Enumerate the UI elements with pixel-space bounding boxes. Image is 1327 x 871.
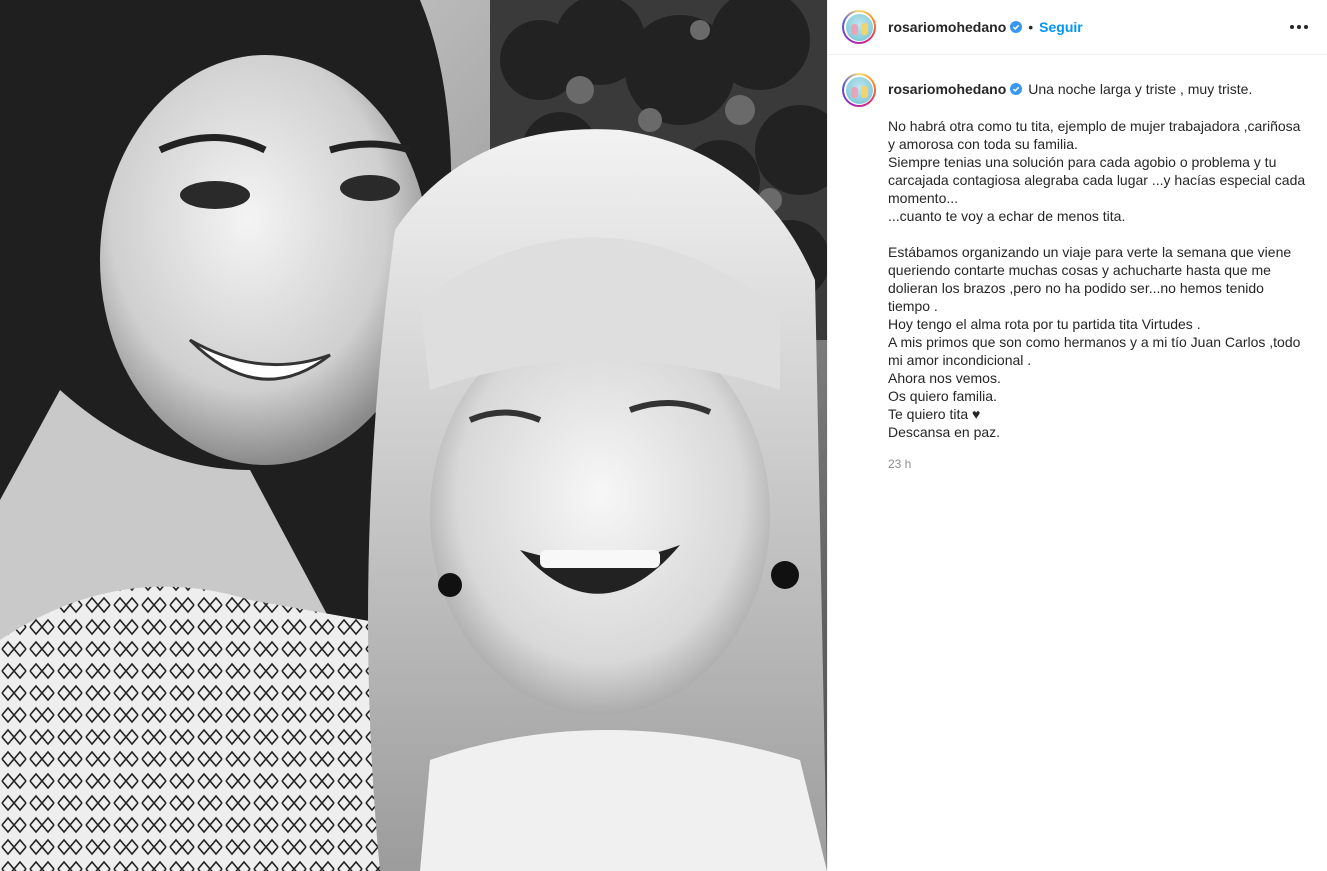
photo-image bbox=[0, 0, 827, 871]
verified-badge-icon bbox=[1010, 21, 1023, 33]
verified-badge-icon bbox=[1010, 83, 1023, 95]
more-horizontal-icon bbox=[1290, 25, 1308, 29]
post-side-panel: rosariomohedano • Seguir rosariomohedano… bbox=[827, 0, 1327, 871]
caption-avatar[interactable] bbox=[842, 73, 876, 107]
caption-line: Siempre tenias una solución para cada ag… bbox=[888, 154, 1277, 170]
caption-line: A mis primos que son como hermanos y a m… bbox=[888, 334, 1301, 350]
caption-line bbox=[888, 225, 1308, 243]
caption-line: momento... bbox=[888, 190, 959, 206]
post-dialog: rosariomohedano • Seguir rosariomohedano… bbox=[0, 0, 1327, 871]
caption-section: rosariomohedano Una noche larga y triste… bbox=[828, 55, 1327, 471]
post-photo[interactable] bbox=[0, 0, 827, 871]
follow-button[interactable]: Seguir bbox=[1039, 19, 1083, 35]
caption-text: No habrá otra como tu tita, ejemplo de m… bbox=[888, 117, 1308, 441]
caption-first-line: Una noche larga y triste , muy triste. bbox=[1028, 81, 1253, 97]
caption-line: Ahora nos vemos. bbox=[888, 370, 1001, 386]
separator-dot: • bbox=[1028, 19, 1034, 35]
caption-body: rosariomohedano Una noche larga y triste… bbox=[888, 73, 1308, 471]
caption-line: Te quiero tita ♥ bbox=[888, 406, 981, 422]
more-options-button[interactable] bbox=[1287, 15, 1311, 39]
post-timestamp[interactable]: 23 h bbox=[888, 457, 1308, 471]
avatar[interactable] bbox=[842, 10, 876, 44]
caption-line: Descansa en paz. bbox=[888, 424, 1001, 440]
caption-line: queriendo contarte muchas cosas y achuch… bbox=[888, 262, 1271, 278]
header-username[interactable]: rosariomohedano bbox=[888, 19, 1006, 35]
caption-line: y amorosa con toda su familia. bbox=[888, 136, 1078, 152]
caption-line: Hoy tengo el alma rota por tu partida ti… bbox=[888, 316, 1201, 332]
caption-line: tiempo . bbox=[888, 298, 938, 314]
caption-username[interactable]: rosariomohedano bbox=[888, 80, 1006, 98]
caption-line: mi amor incondicional . bbox=[888, 352, 1032, 368]
caption-line: carcajada contagiosa alegraba cada lugar… bbox=[888, 172, 1306, 188]
post-header: rosariomohedano • Seguir bbox=[828, 0, 1327, 55]
caption-line: No habrá otra como tu tita, ejemplo de m… bbox=[888, 118, 1301, 134]
caption-line: dolieran los brazos ,pero no ha podido s… bbox=[888, 280, 1264, 296]
caption-line: Os quiero familia. bbox=[888, 388, 997, 404]
caption-line: Estábamos organizando un viaje para vert… bbox=[888, 244, 1292, 260]
caption-line: ...cuanto te voy a echar de menos tita. bbox=[888, 208, 1126, 224]
